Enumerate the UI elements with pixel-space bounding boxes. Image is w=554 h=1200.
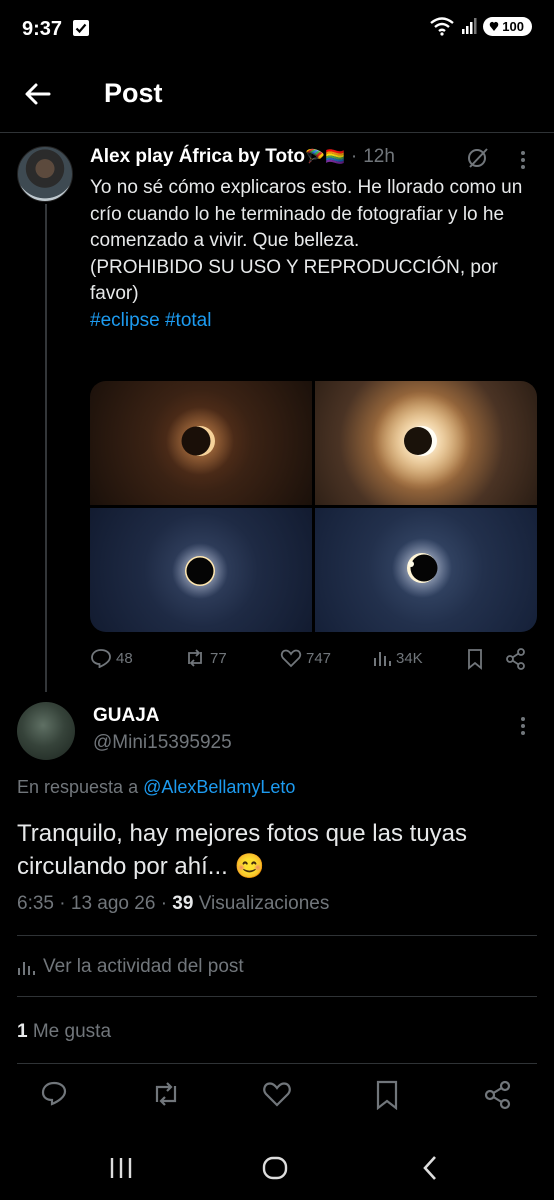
home-button[interactable] — [261, 1154, 289, 1182]
repost-action[interactable]: 77 — [184, 648, 227, 668]
divider — [17, 935, 537, 936]
likes-summary[interactable]: 1 Me gusta — [17, 1021, 111, 1043]
reply-action[interactable]: 48 — [90, 648, 133, 668]
like-count: 747 — [306, 649, 332, 667]
divider — [17, 996, 537, 997]
in-reply-to-prefix: En respuesta a — [17, 777, 139, 797]
more-vertical-icon — [521, 717, 525, 735]
reply-icon — [91, 649, 111, 668]
recent-apps-icon — [110, 1158, 132, 1178]
author-emojis: 🪂🏳️‍🌈 — [305, 149, 345, 166]
likes-label: Me gusta — [32, 1021, 112, 1042]
battery-heart-icon — [490, 21, 499, 31]
battery-level: 100 — [502, 18, 524, 34]
header-divider — [0, 132, 554, 133]
repost-count: 77 — [210, 649, 227, 667]
likes-count: 1 — [17, 1021, 28, 1042]
reply-action-button[interactable] — [40, 1080, 68, 1108]
bookmark-action-button[interactable] — [375, 1080, 399, 1110]
share-icon — [484, 1080, 511, 1110]
reply-author-handle[interactable]: @Mini15395925 — [93, 732, 232, 754]
post-time: 12h — [363, 146, 395, 167]
repost-icon — [155, 1082, 177, 1106]
page-title: Post — [104, 78, 163, 108]
signal-icon — [461, 17, 477, 35]
author-name[interactable]: Alex play África by Toto — [90, 146, 305, 168]
status-indicators: 100 — [429, 16, 532, 36]
meta-separator: · — [59, 893, 66, 914]
reply-author-name[interactable]: GUAJA — [93, 705, 160, 727]
eclipse-photo-3[interactable] — [90, 508, 312, 632]
system-back-button[interactable] — [420, 1154, 440, 1182]
status-time: 9:37 — [22, 18, 63, 40]
post-hashtags[interactable]: #eclipse #total — [90, 308, 530, 335]
share-action[interactable] — [505, 648, 527, 670]
views-action[interactable]: 34K — [372, 648, 423, 668]
heart-icon — [280, 649, 302, 668]
reply-time: 6:35 — [17, 893, 54, 914]
battery-indicator: 100 — [483, 16, 532, 36]
reply-meta: 6:35 · 13 ago 26 · 39 Visualizaciones — [17, 893, 329, 915]
share-action-button[interactable] — [484, 1080, 512, 1110]
reply-text: Tranquilo, hay mejores fotos que las tuy… — [17, 820, 468, 880]
bookmark-icon — [468, 649, 482, 670]
post-actions: 48 77 747 34K — [90, 648, 537, 674]
post-text: Yo no sé cómo explicaros esto. He llorad… — [90, 175, 530, 334]
recent-apps-button[interactable] — [108, 1156, 134, 1180]
reply-icon — [41, 1081, 67, 1106]
eclipse-photo-4[interactable] — [315, 508, 537, 632]
reply-views-label: Visualizaciones — [198, 893, 330, 914]
reply-avatar[interactable] — [17, 702, 75, 760]
post-activity-link[interactable]: Ver la actividad del post — [17, 956, 244, 978]
more-vertical-icon — [521, 151, 525, 169]
post-author-line: Alex play África by Toto 🪂🏳️‍🌈 · 12h — [90, 146, 395, 168]
reply-count: 48 — [116, 649, 133, 667]
analytics-icon — [18, 962, 35, 975]
arrow-left-icon — [25, 83, 51, 105]
grok-icon — [468, 148, 488, 168]
share-icon — [506, 648, 525, 670]
grok-button[interactable] — [466, 146, 490, 170]
repost-action-button[interactable] — [150, 1080, 182, 1108]
in-reply-to-user[interactable]: @AlexBellamyLeto — [143, 777, 295, 797]
reply-date: 13 ago 26 — [70, 893, 156, 914]
bookmark-action[interactable] — [466, 648, 484, 670]
views-count: 34K — [396, 649, 423, 667]
eclipse-photo-2[interactable] — [315, 381, 537, 505]
in-reply-to: En respuesta a @AlexBellamyLeto — [17, 777, 295, 798]
notification-check-icon — [73, 20, 89, 36]
author-avatar[interactable] — [17, 146, 73, 202]
dot-separator: · — [350, 146, 358, 167]
more-options-button[interactable] — [516, 150, 530, 170]
post-activity-label: Ver la actividad del post — [43, 956, 244, 977]
views-icon — [374, 652, 391, 666]
reply-views-count: 39 — [172, 893, 194, 914]
heart-icon — [263, 1082, 291, 1107]
back-button[interactable] — [22, 78, 54, 110]
reply-more-options-button[interactable] — [516, 716, 530, 736]
reply-actions — [0, 1080, 554, 1116]
meta-separator: · — [160, 893, 168, 914]
eclipse-photo-1[interactable] — [90, 381, 312, 505]
post-text-paragraph: (PROHIBIDO SU USO Y REPRODUCCIÓN, por fa… — [90, 256, 498, 305]
like-action-button[interactable] — [262, 1080, 292, 1108]
repost-icon — [188, 649, 202, 667]
post-text-paragraph: Yo no sé cómo explicaros esto. He llorad… — [90, 177, 523, 251]
photo-grid[interactable] — [90, 381, 537, 632]
bookmark-icon — [376, 1080, 398, 1110]
wifi-icon — [429, 16, 455, 36]
thread-line — [45, 204, 47, 692]
divider — [17, 1063, 537, 1064]
home-icon — [262, 1156, 288, 1180]
system-navigation-bar — [0, 1140, 554, 1200]
like-action[interactable]: 747 — [280, 648, 331, 668]
chevron-left-icon — [423, 1156, 436, 1180]
